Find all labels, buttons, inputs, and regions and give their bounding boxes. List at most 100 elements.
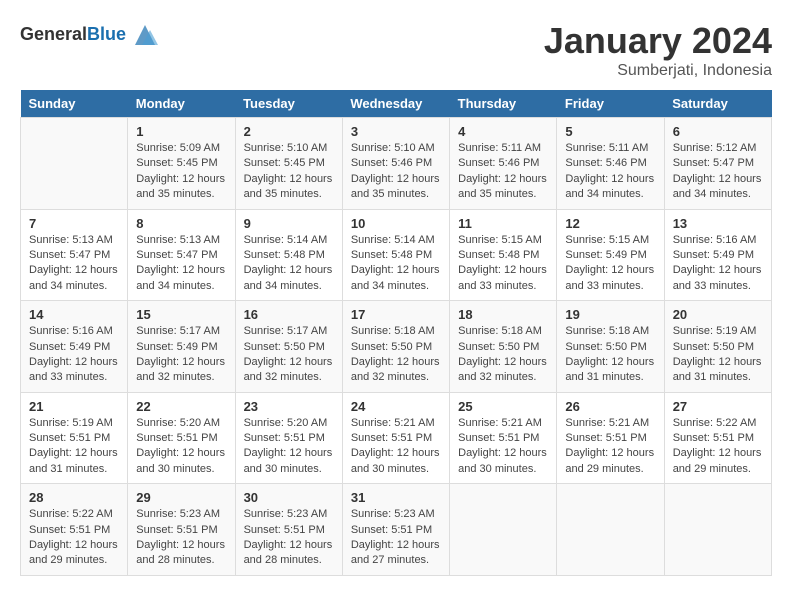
calendar-cell: 19 Sunrise: 5:18 AM Sunset: 5:50 PM Dayli… <box>557 301 664 393</box>
day-info: Sunrise: 5:20 AM Sunset: 5:51 PM Dayligh… <box>136 416 226 478</box>
calendar-cell: 24 Sunrise: 5:21 AM Sunset: 5:51 PM Dayli… <box>342 392 449 484</box>
day-info: Sunrise: 5:16 AM Sunset: 5:49 PM Dayligh… <box>29 324 119 386</box>
day-info: Sunrise: 5:22 AM Sunset: 5:51 PM Dayligh… <box>673 416 763 478</box>
calendar-cell: 18Sunrise: 5:18 AM Sunset: 5:50 PM Dayli… <box>450 301 557 393</box>
calendar-cell: 13 Sunrise: 5:16 AM Sunset: 5:49 PM Dayli… <box>664 209 771 301</box>
day-info: Sunrise: 5:14 AM Sunset: 5:48 PM Dayligh… <box>351 233 441 295</box>
calendar-table: SundayMondayTuesdayWednesdayThursdayFrid… <box>20 90 772 576</box>
calendar-cell: 1 Sunrise: 5:09 AM Sunset: 5:45 PM Daylig… <box>128 118 235 210</box>
logo: GeneralBlue <box>20 20 160 50</box>
day-info: Sunrise: 5:13 AM Sunset: 5:47 PM Dayligh… <box>29 233 119 295</box>
day-number: 2 <box>244 124 334 139</box>
day-info: Sunrise: 5:16 AM Sunset: 5:49 PM Dayligh… <box>673 233 763 295</box>
day-number: 18 <box>458 307 548 322</box>
day-info: Sunrise: 5:21 AM Sunset: 5:51 PM Dayligh… <box>351 416 441 478</box>
day-number: 15 <box>136 307 226 322</box>
calendar-cell <box>21 118 128 210</box>
day-info: Sunrise: 5:14 AM Sunset: 5:48 PM Dayligh… <box>244 233 334 295</box>
calendar-cell: 14 Sunrise: 5:16 AM Sunset: 5:49 PM Dayli… <box>21 301 128 393</box>
calendar-body: 1 Sunrise: 5:09 AM Sunset: 5:45 PM Daylig… <box>21 118 772 576</box>
day-info: Sunrise: 5:15 AM Sunset: 5:49 PM Dayligh… <box>565 233 655 295</box>
day-info: Sunrise: 5:12 AM Sunset: 5:47 PM Dayligh… <box>673 141 763 203</box>
day-number: 8 <box>136 216 226 231</box>
day-number: 16 <box>244 307 334 322</box>
day-number: 13 <box>673 216 763 231</box>
calendar-week-row: 7 Sunrise: 5:13 AM Sunset: 5:47 PM Daylig… <box>21 209 772 301</box>
day-number: 31 <box>351 490 441 505</box>
day-number: 26 <box>565 399 655 414</box>
month-title: January 2024 <box>544 20 772 62</box>
calendar-cell: 23 Sunrise: 5:20 AM Sunset: 5:51 PM Dayli… <box>235 392 342 484</box>
calendar-cell: 17 Sunrise: 5:18 AM Sunset: 5:50 PM Dayli… <box>342 301 449 393</box>
day-info: Sunrise: 5:22 AM Sunset: 5:51 PM Dayligh… <box>29 507 119 569</box>
calendar-week-row: 28Sunrise: 5:22 AM Sunset: 5:51 PM Dayli… <box>21 484 772 576</box>
day-number: 27 <box>673 399 763 414</box>
calendar-cell: 25 Sunrise: 5:21 AM Sunset: 5:51 PM Dayli… <box>450 392 557 484</box>
day-number: 6 <box>673 124 763 139</box>
day-info: Sunrise: 5:11 AM Sunset: 5:46 PM Dayligh… <box>458 141 548 203</box>
day-number: 10 <box>351 216 441 231</box>
calendar-header-tuesday: Tuesday <box>235 90 342 118</box>
calendar-cell: 6 Sunrise: 5:12 AM Sunset: 5:47 PM Daylig… <box>664 118 771 210</box>
day-info: Sunrise: 5:18 AM Sunset: 5:50 PM Dayligh… <box>565 324 655 386</box>
calendar-cell: 9 Sunrise: 5:14 AM Sunset: 5:48 PM Daylig… <box>235 209 342 301</box>
calendar-cell: 20 Sunrise: 5:19 AM Sunset: 5:50 PM Dayli… <box>664 301 771 393</box>
day-info: Sunrise: 5:15 AM Sunset: 5:48 PM Dayligh… <box>458 233 548 295</box>
calendar-cell: 21 Sunrise: 5:19 AM Sunset: 5:51 PM Dayli… <box>21 392 128 484</box>
day-number: 21 <box>29 399 119 414</box>
day-info: Sunrise: 5:20 AM Sunset: 5:51 PM Dayligh… <box>244 416 334 478</box>
day-number: 19 <box>565 307 655 322</box>
calendar-cell: 3 Sunrise: 5:10 AM Sunset: 5:46 PM Daylig… <box>342 118 449 210</box>
day-info: Sunrise: 5:21 AM Sunset: 5:51 PM Dayligh… <box>458 416 548 478</box>
day-info: Sunrise: 5:10 AM Sunset: 5:46 PM Dayligh… <box>351 141 441 203</box>
calendar-cell: 12Sunrise: 5:15 AM Sunset: 5:49 PM Dayli… <box>557 209 664 301</box>
day-number: 22 <box>136 399 226 414</box>
day-number: 20 <box>673 307 763 322</box>
day-info: Sunrise: 5:11 AM Sunset: 5:46 PM Dayligh… <box>565 141 655 203</box>
calendar-header-sunday: Sunday <box>21 90 128 118</box>
day-info: Sunrise: 5:17 AM Sunset: 5:49 PM Dayligh… <box>136 324 226 386</box>
day-number: 1 <box>136 124 226 139</box>
day-number: 29 <box>136 490 226 505</box>
calendar-cell: 22 Sunrise: 5:20 AM Sunset: 5:51 PM Dayli… <box>128 392 235 484</box>
calendar-header-wednesday: Wednesday <box>342 90 449 118</box>
day-number: 7 <box>29 216 119 231</box>
day-number: 9 <box>244 216 334 231</box>
day-number: 24 <box>351 399 441 414</box>
calendar-cell: 28Sunrise: 5:22 AM Sunset: 5:51 PM Dayli… <box>21 484 128 576</box>
logo-general: GeneralBlue <box>20 25 126 45</box>
calendar-week-row: 21 Sunrise: 5:19 AM Sunset: 5:51 PM Dayli… <box>21 392 772 484</box>
day-number: 23 <box>244 399 334 414</box>
page-header: GeneralBlue January 2024 Sumberjati, Ind… <box>20 20 772 80</box>
day-number: 17 <box>351 307 441 322</box>
calendar-cell: 26Sunrise: 5:21 AM Sunset: 5:51 PM Dayli… <box>557 392 664 484</box>
calendar-header-friday: Friday <box>557 90 664 118</box>
day-info: Sunrise: 5:19 AM Sunset: 5:51 PM Dayligh… <box>29 416 119 478</box>
calendar-cell <box>557 484 664 576</box>
day-info: Sunrise: 5:18 AM Sunset: 5:50 PM Dayligh… <box>351 324 441 386</box>
calendar-cell: 27 Sunrise: 5:22 AM Sunset: 5:51 PM Dayli… <box>664 392 771 484</box>
calendar-header-thursday: Thursday <box>450 90 557 118</box>
calendar-header-monday: Monday <box>128 90 235 118</box>
day-number: 14 <box>29 307 119 322</box>
day-info: Sunrise: 5:23 AM Sunset: 5:51 PM Dayligh… <box>351 507 441 569</box>
logo-icon <box>130 20 160 50</box>
day-number: 3 <box>351 124 441 139</box>
day-info: Sunrise: 5:19 AM Sunset: 5:50 PM Dayligh… <box>673 324 763 386</box>
calendar-header-row: SundayMondayTuesdayWednesdayThursdayFrid… <box>21 90 772 118</box>
day-number: 25 <box>458 399 548 414</box>
calendar-cell: 11 Sunrise: 5:15 AM Sunset: 5:48 PM Dayli… <box>450 209 557 301</box>
calendar-cell: 4 Sunrise: 5:11 AM Sunset: 5:46 PM Daylig… <box>450 118 557 210</box>
day-number: 30 <box>244 490 334 505</box>
calendar-cell: 8Sunrise: 5:13 AM Sunset: 5:47 PM Daylig… <box>128 209 235 301</box>
calendar-week-row: 1 Sunrise: 5:09 AM Sunset: 5:45 PM Daylig… <box>21 118 772 210</box>
calendar-cell: 7 Sunrise: 5:13 AM Sunset: 5:47 PM Daylig… <box>21 209 128 301</box>
subtitle: Sumberjati, Indonesia <box>544 62 772 80</box>
day-number: 4 <box>458 124 548 139</box>
calendar-header-saturday: Saturday <box>664 90 771 118</box>
day-number: 11 <box>458 216 548 231</box>
day-info: Sunrise: 5:23 AM Sunset: 5:51 PM Dayligh… <box>136 507 226 569</box>
day-info: Sunrise: 5:09 AM Sunset: 5:45 PM Dayligh… <box>136 141 226 203</box>
calendar-cell <box>664 484 771 576</box>
day-number: 5 <box>565 124 655 139</box>
